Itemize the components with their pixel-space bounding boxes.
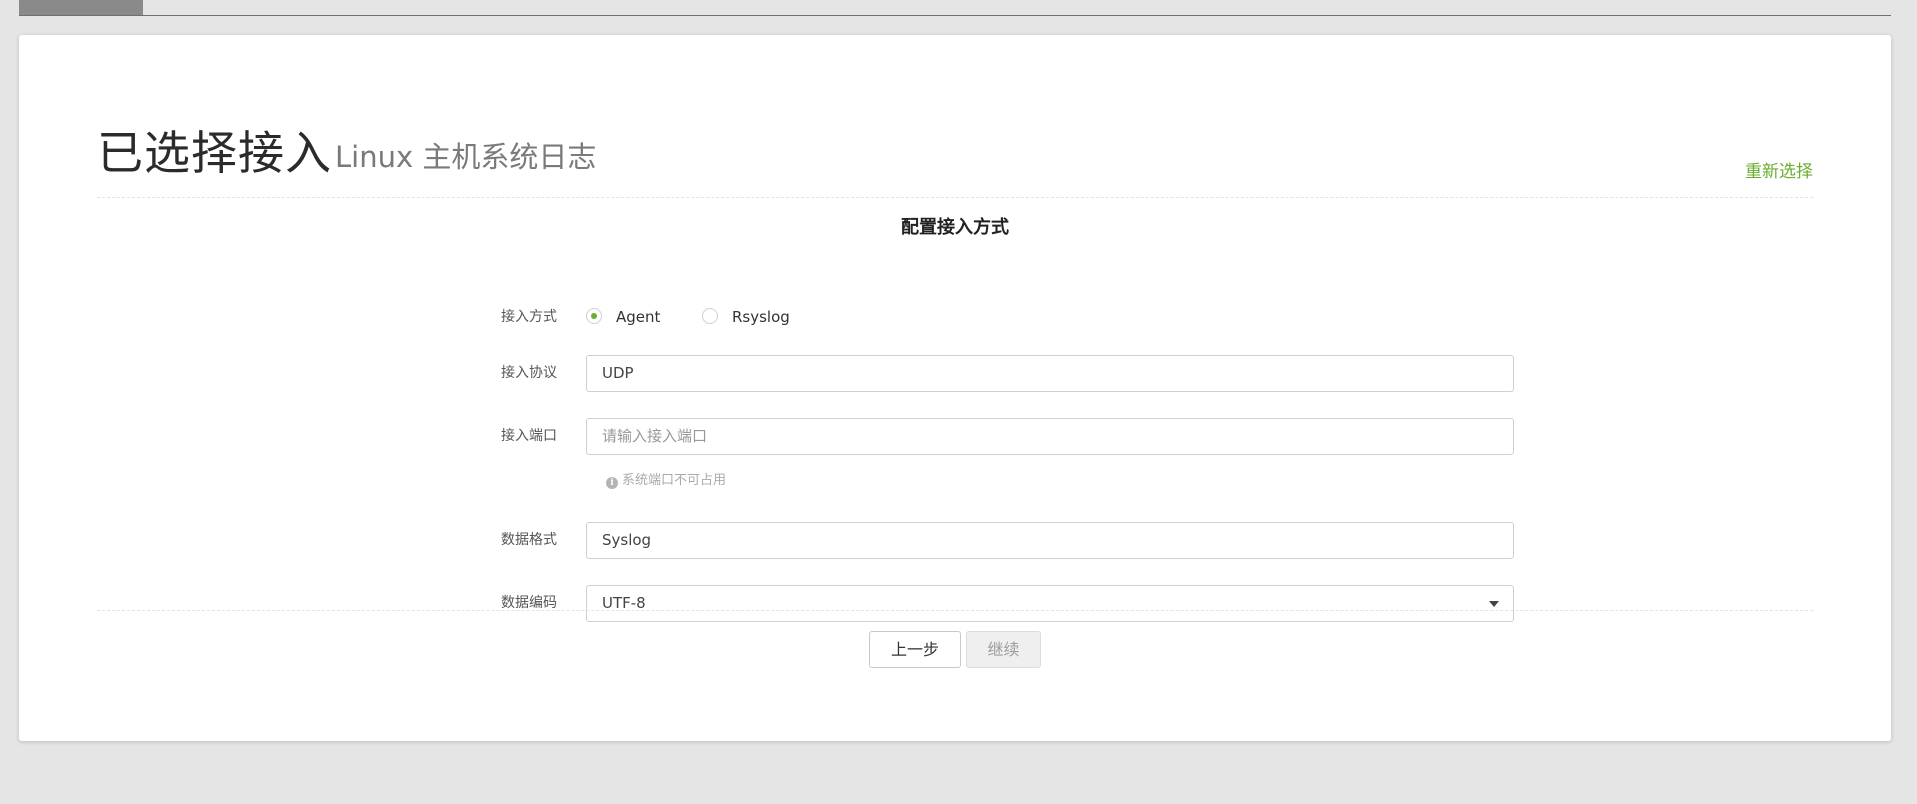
radio-agent[interactable]: Agent <box>586 299 676 335</box>
encoding-label: 数据编码 <box>501 595 557 611</box>
reselect-link[interactable]: 重新选择 <box>1745 157 1813 182</box>
radio-agent-circle[interactable] <box>586 308 602 324</box>
access-method-row: 接入方式 Agent Rsyslog <box>501 299 1533 335</box>
encoding-row: 数据编码 UTF-8 <box>501 585 1533 622</box>
radio-agent-label: Agent <box>616 308 661 326</box>
protocol-row: 接入协议 UDP <box>501 355 1533 392</box>
port-hint-text: 系统端口不可占用 <box>622 473 727 488</box>
data-format-row: 数据格式 Syslog <box>501 522 1533 559</box>
port-label: 接入端口 <box>501 428 557 444</box>
page-title: 已选择接入 <box>97 126 332 180</box>
access-method-label: 接入方式 <box>501 309 557 325</box>
prev-step-button[interactable]: 上一步 <box>869 631 961 668</box>
page-header: 已选择接入 Linux 主机系统日志 重新选择 <box>97 85 1813 198</box>
continue-button[interactable]: 继续 <box>966 631 1041 668</box>
radio-rsyslog[interactable]: Rsyslog <box>702 299 812 335</box>
port-input[interactable]: 请输入接入端口 <box>586 418 1514 455</box>
section-title: 配置接入方式 <box>901 217 1009 238</box>
port-hint: i 系统端口不可占用 <box>606 471 726 491</box>
page-subtitle: Linux 主机系统日志 <box>335 140 597 174</box>
protocol-label: 接入协议 <box>501 365 557 381</box>
data-format-input[interactable]: Syslog <box>586 522 1514 559</box>
data-format-label: 数据格式 <box>501 532 557 548</box>
caret-down-icon <box>1489 601 1499 607</box>
radio-rsyslog-label: Rsyslog <box>732 308 790 326</box>
port-row: 接入端口 请输入接入端口 <box>501 418 1533 455</box>
footer-divider <box>97 610 1813 611</box>
protocol-input[interactable]: UDP <box>586 355 1514 392</box>
encoding-select[interactable]: UTF-8 <box>586 585 1514 622</box>
active-tab[interactable] <box>19 0 143 15</box>
info-icon: i <box>606 477 618 489</box>
top-tab-strip <box>19 0 1891 16</box>
radio-rsyslog-circle[interactable] <box>702 308 718 324</box>
